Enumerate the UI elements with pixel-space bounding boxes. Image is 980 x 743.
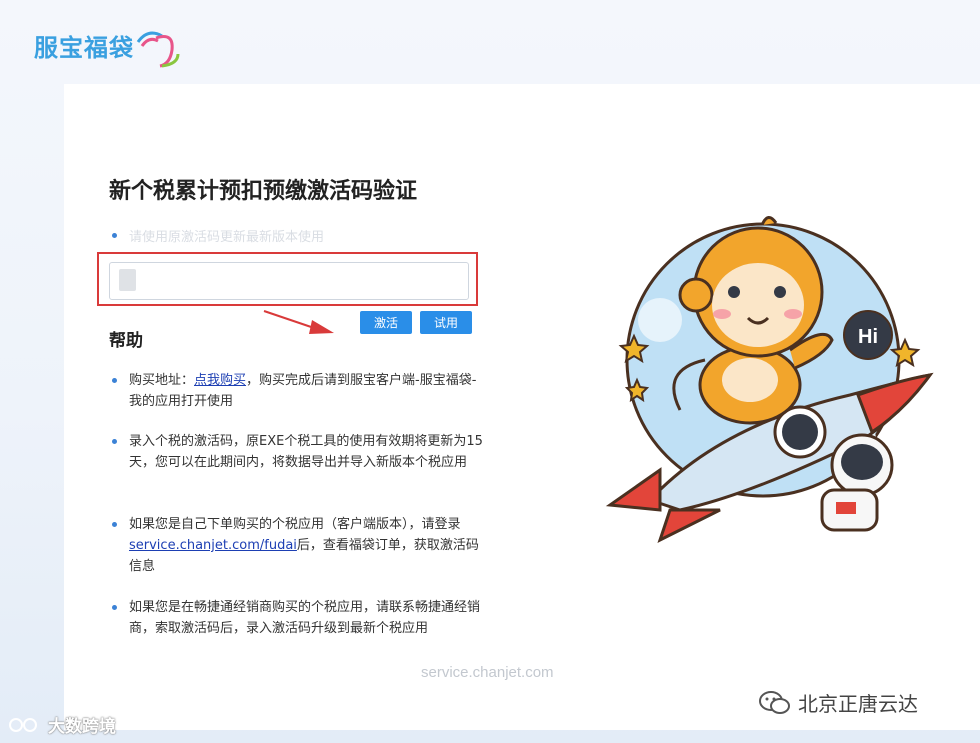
page-title: 新个税累计预扣预缴激活码验证 (109, 179, 418, 204)
pointer-arrow-icon (263, 310, 334, 334)
watermark-logo-icon (9, 717, 37, 732)
help-item-text: 如果您是在畅捷通经销商购买的个税应用，请联系畅捷通经销商，索取激活码后，录入激活… (129, 600, 481, 636)
help-title: 帮助 (109, 331, 143, 351)
help-item-text: 录入个税的激活码，原EXE个税工具的使用有效期将更新为15天，您可以在此期间内，… (129, 434, 483, 470)
trial-button[interactable]: 试用 (420, 311, 472, 334)
service-fudai-link[interactable]: service.chanjet.com/fudai (129, 538, 297, 553)
wechat-watermark: 北京正唐云达 (758, 688, 918, 717)
watermark-left-text: 大数跨境 (48, 717, 116, 737)
help-item-text: 如果您是自己下单购买的个税应用（客户端版本），请登录 (129, 517, 461, 532)
help-item-purchase: 购买地址：点我购买，购买完成后请到服宝客户端-服宝福袋-我的应用打开使用 (112, 370, 483, 412)
buy-link[interactable]: 点我购买 (194, 373, 246, 388)
logo-wifi-arc-icon (136, 31, 180, 68)
version-hint: 请使用原激活码更新最新版本使用 (112, 226, 324, 245)
monkey-rocket-illustration: Hi (605, 216, 934, 543)
watermark-right-text: 北京正唐云达 (798, 692, 918, 716)
brand-logo[interactable]: 服宝福袋 (34, 28, 180, 68)
corner-watermark: 大数跨境 (8, 712, 116, 737)
footer-service-link[interactable]: service.chanjet.com (421, 664, 554, 681)
input-caret-blur (119, 269, 136, 291)
activation-code-input[interactable] (109, 262, 469, 300)
speech-bubble-text: Hi (858, 326, 878, 348)
wechat-icon (759, 690, 790, 714)
help-item-self-purchase: 如果您是自己下单购买的个税应用（客户端版本），请登录 service.chanje… (112, 514, 483, 577)
help-item-exe-validity: 录入个税的激活码，原EXE个税工具的使用有效期将更新为15天，您可以在此期间内，… (112, 431, 483, 473)
help-item-dealer: 如果您是在畅捷通经销商购买的个税应用，请联系畅捷通经销商，索取激活码后，录入激活… (112, 597, 483, 639)
help-item-text: 购买地址： (129, 373, 195, 388)
activate-button[interactable]: 激活 (360, 311, 412, 334)
